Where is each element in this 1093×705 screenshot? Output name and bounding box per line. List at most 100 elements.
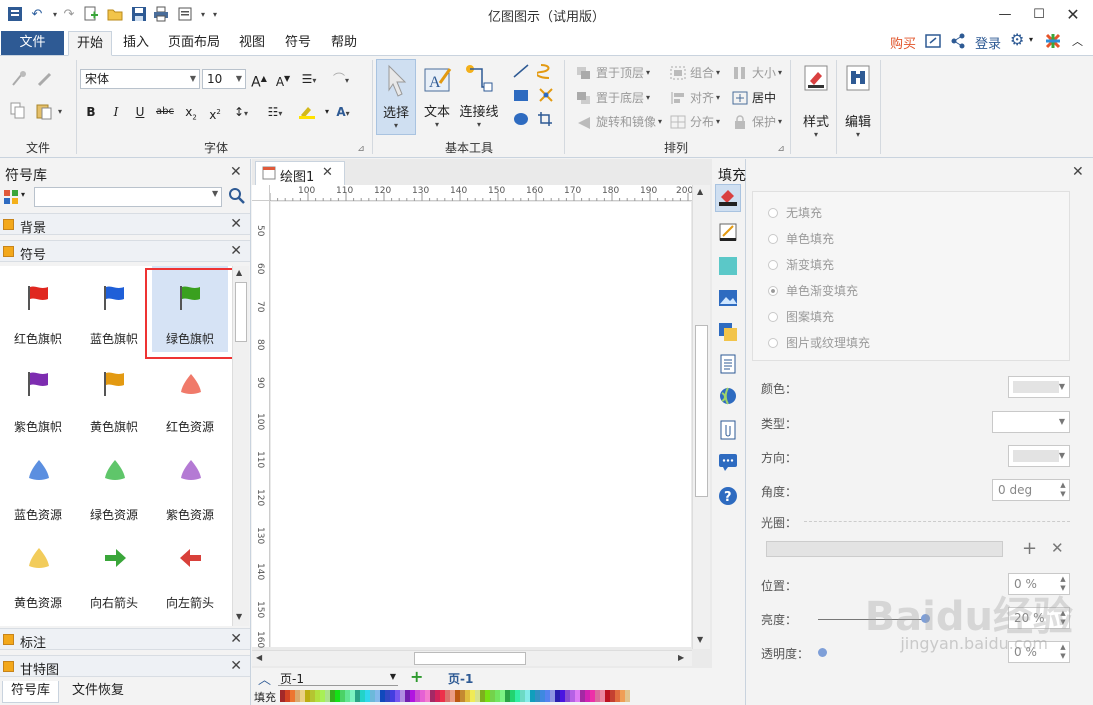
tab-insert[interactable]: 插入 [116,31,156,56]
tab-page-layout[interactable]: 页面布局 [164,31,224,56]
scroll-up-icon[interactable]: ▲ [697,187,703,196]
collapse-ribbon-icon[interactable]: ︿ [1072,33,1083,49]
section-close-icon[interactable]: ✕ [230,243,242,259]
page-panel-icon[interactable] [718,354,738,374]
bullet-list-icon[interactable]: ☷▾ [266,103,284,121]
angle-input[interactable]: 0 deg ▲ ▼ [992,479,1070,501]
superscript-button[interactable]: x2 [206,103,224,122]
crop-tool-icon[interactable] [537,111,555,127]
symbol-left-arrow[interactable]: 向左箭头 [152,530,228,616]
line-tool-icon[interactable] [512,63,530,79]
tab-help[interactable]: 帮助 [324,31,364,56]
symbol-purple-resource[interactable]: 紫色资源 [152,442,228,528]
symbol-purple-flag[interactable]: 紫色旗帜 [0,354,76,440]
underline-button[interactable]: U [131,103,149,121]
transparency-slider-handle[interactable] [818,648,827,657]
brush-icon[interactable] [36,70,54,88]
strikethrough-button[interactable]: abc [156,103,174,121]
scroll-right-icon[interactable]: ▶ [678,653,684,662]
share-icon[interactable] [950,32,966,54]
library-menu-dropdown-icon[interactable]: ▾ [21,190,25,199]
connector-tool-button[interactable]: 连接线 ▾ [458,59,500,135]
tab-view[interactable]: 视图 [232,31,272,56]
group-button[interactable]: 组合 ▾ [670,64,720,81]
type-select[interactable]: ▼ [992,411,1070,433]
scroll-down-icon[interactable]: ▼ [697,635,703,644]
scroll-down-icon[interactable]: ▼ [236,612,242,621]
add-stop-icon[interactable]: + [1022,538,1037,559]
library-search-input[interactable] [34,187,222,207]
direction-picker[interactable]: ▼ [1008,445,1070,467]
fill-option-gradient[interactable]: 渐变填充 [768,256,834,273]
cross-tool-icon[interactable] [537,87,555,103]
symbol-grid-scrollbar[interactable]: ▲ ▼ [232,266,249,626]
fill-option-picture[interactable]: 图片或纹理填充 [768,334,870,351]
search-icon[interactable] [228,187,246,208]
library-menu-icon[interactable] [3,189,19,208]
size-button[interactable]: 大小 ▾ [732,64,782,81]
fill-option-mono-gradient[interactable]: 单色渐变填充 [768,282,858,299]
text-path-icon[interactable]: ⌒▾ [332,70,350,88]
settings-dropdown-icon[interactable]: ▾ [1029,35,1033,44]
shadow-panel-icon[interactable] [718,256,738,276]
transparency-spinner[interactable]: ▲ ▼ [1059,643,1067,661]
tab-file[interactable]: 文件 [1,31,64,55]
copy-icon[interactable] [10,102,26,120]
layers-panel-icon[interactable] [718,322,738,342]
rotate-mirror-button[interactable]: 旋转和镜像 ▾ [576,113,662,130]
tab-file-recovery[interactable]: 文件恢复 [64,681,132,703]
palette-swatch[interactable] [625,690,630,702]
highlight-color-icon[interactable] [298,103,316,121]
image-panel-icon[interactable] [718,288,738,308]
remove-stop-icon[interactable]: ✕ [1051,539,1064,557]
tab-symbol-library[interactable]: 符号库 [2,681,60,703]
share-screen-icon[interactable] [924,32,942,54]
globe-panel-icon[interactable] [718,386,738,406]
buy-link[interactable]: 购买 [890,33,916,52]
align-button[interactable]: 对齐 ▾ [670,89,720,106]
text-tool-button[interactable]: A 文本 ▾ [418,59,456,135]
scroll-left-icon[interactable]: ◀ [256,653,262,662]
section-symbols[interactable]: 符号 ✕ [0,240,250,263]
select-dropdown-icon[interactable]: ▾ [377,121,415,130]
symbol-yellow-resource[interactable]: 黄色资源 [0,530,76,616]
canvas-horizontal-scrollbar[interactable]: ◀ ▶ [252,650,692,666]
search-dropdown-icon[interactable]: ▼ [212,189,218,198]
send-to-back-button[interactable]: 置于底层 ▾ [576,89,650,106]
symbol-right-arrow[interactable]: 向右箭头 [76,530,152,616]
help-panel-icon[interactable]: ? [718,486,738,506]
symbol-red-resource[interactable]: 红色资源 [152,354,228,440]
bring-to-front-button[interactable]: 置于顶层 ▾ [576,64,650,81]
subscript-button[interactable]: x2 [182,103,200,121]
page-tab[interactable]: 页-1 [448,670,473,687]
arrange-dialog-launcher-icon[interactable]: ⊿ [772,140,790,158]
close-window-button[interactable]: ✕ [1058,2,1088,26]
page-bar-collapse-icon[interactable]: ︿ [258,669,271,688]
document-tab-close-icon[interactable]: ✕ [322,165,333,180]
fill-option-pattern[interactable]: 图案填充 [768,308,834,325]
paste-icon[interactable]: ▾ [36,102,62,120]
distribute-button[interactable]: 分布 ▾ [670,113,720,130]
fill-option-solid[interactable]: 单色填充 [768,230,834,247]
color-picker[interactable]: ▼ [1008,376,1070,398]
scroll-thumb[interactable] [235,282,247,342]
section-annotation[interactable]: 标注 ✕ [0,628,250,651]
edit-button[interactable]: 编辑 ▾ [840,59,876,149]
grow-font-icon[interactable]: A▲ [250,70,268,91]
section-gantt[interactable]: 甘特图 ✕ [0,655,250,678]
document-tab[interactable]: 绘图1 ✕ [255,161,345,185]
font-dialog-launcher-icon[interactable]: ⊿ [352,140,370,158]
edit-dropdown-icon[interactable]: ▾ [840,130,876,139]
center-button[interactable]: 居中 [732,89,776,106]
italic-button[interactable]: I [107,103,125,121]
connector-dropdown-icon[interactable]: ▾ [458,120,500,129]
drawing-canvas[interactable] [271,202,691,647]
library-close-icon[interactable]: ✕ [230,164,242,180]
section-close-icon[interactable]: ✕ [230,631,242,647]
format-painter-icon[interactable] [10,70,28,88]
symbol-blue-flag[interactable]: 蓝色旗帜 [76,266,152,352]
section-close-icon[interactable]: ✕ [230,216,242,232]
settings-gear-icon[interactable]: ⚙ [1010,30,1024,49]
style-dropdown-icon[interactable]: ▾ [796,130,836,139]
curve-tool-icon[interactable] [537,63,555,79]
